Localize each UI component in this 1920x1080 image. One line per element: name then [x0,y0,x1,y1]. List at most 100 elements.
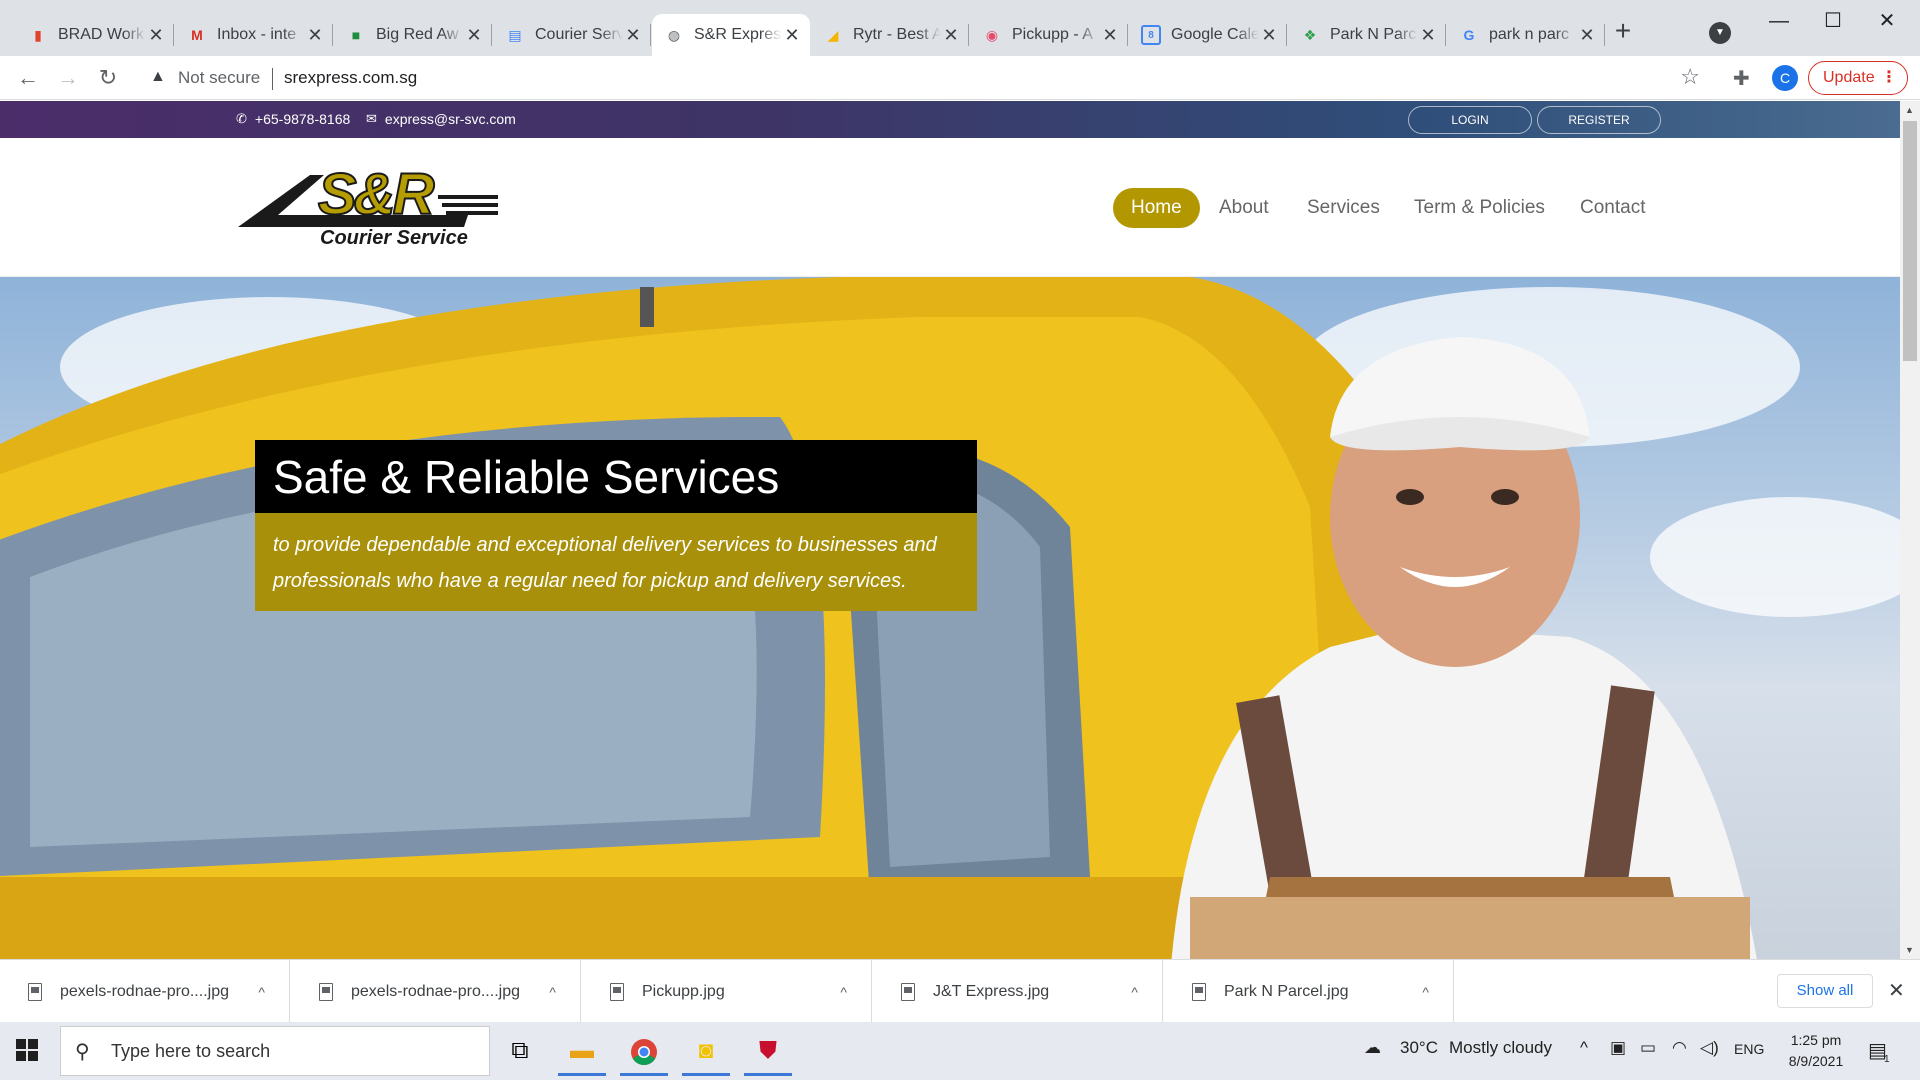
nav-about[interactable]: About [1219,188,1269,228]
tab-close-icon[interactable]: ✕ [1100,25,1120,46]
docs-icon: ▤ [508,26,522,43]
system-clock[interactable]: 1:25 pm 8/9/2021 [1772,1030,1860,1072]
tab-label: Big Red Aw [376,26,459,43]
url-text[interactable]: srexpress.com.sg [284,68,417,88]
calendar-icon: 8 [1141,25,1161,45]
chevron-up-icon[interactable]: ^ [1131,984,1138,1000]
tab-close-icon[interactable]: ✕ [146,25,166,46]
tab-label: BRAD Work [58,26,144,43]
scroll-up-icon[interactable]: ▲ [1905,105,1914,115]
window-close-button[interactable]: ✕ [1864,6,1910,36]
tab-label: Google Cale [1171,26,1259,43]
nav-home[interactable]: Home [1113,188,1200,228]
gmail-icon: M [191,27,203,43]
clock-date: 8/9/2021 [1788,1053,1844,1069]
chevron-up-icon[interactable]: ^ [549,984,556,1000]
task-view-icon[interactable]: ⧉ [496,1030,544,1076]
nav-services[interactable]: Services [1307,188,1380,228]
extensions-puzzle-icon[interactable]: ✚ [1733,66,1750,91]
chevron-up-icon[interactable]: ^ [1422,984,1429,1000]
download-item[interactable]: pexels-rodnae-pro....jpg ^ [0,960,290,1023]
language-indicator[interactable]: ENG [1734,1041,1764,1057]
scrollbar-thumb[interactable] [1903,121,1917,361]
address-bar[interactable]: ▲ Not secure srexpress.com.sg ☆ [140,62,1700,94]
task-app-icon[interactable]: ◙ [682,1030,730,1076]
weather-temp[interactable]: 30°C [1400,1038,1438,1058]
maximize-button[interactable]: ☐ [1810,6,1856,36]
menu-kebab-icon: ⋮ [1881,69,1897,86]
back-icon[interactable]: ← [14,64,42,92]
tab-sr-express[interactable]: ◍ S&R Expres ✕ [652,14,810,56]
chevron-up-icon[interactable]: ^ [258,984,265,1000]
nav-contact[interactable]: Contact [1580,188,1645,228]
tab-close-icon[interactable]: ✕ [623,25,643,46]
tab-label: S&R Expres [694,26,782,43]
wifi-icon[interactable]: ◠ [1672,1038,1687,1058]
scroll-down-icon[interactable]: ▼ [1905,945,1914,955]
tray-chevron-up-icon[interactable]: ^ [1580,1038,1588,1058]
tab-google-calendar[interactable]: 8 Google Cale ✕ [1129,14,1287,56]
tab-rytr[interactable]: ◢ Rytr - Best A ✕ [811,14,969,56]
tab-close-icon[interactable]: ✕ [1259,25,1279,46]
tab-big-red[interactable]: ■ Big Red Aw ✕ [334,14,492,56]
page-scrollbar[interactable]: ▲ ▼ [1900,101,1920,959]
tab-courier-serv[interactable]: ▤ Courier Serv ✕ [493,14,651,56]
weather-desc[interactable]: Mostly cloudy [1449,1038,1552,1058]
forward-icon[interactable]: → [54,64,82,92]
email-contact[interactable]: ✉ express@sr-svc.com [366,111,516,127]
weather-cloud-icon[interactable]: ☁ [1364,1038,1381,1058]
close-downloads-icon[interactable]: ✕ [1888,978,1905,1003]
notification-count: 1 [1884,1054,1890,1065]
download-item[interactable]: pexels-rodnae-pro....jpg ^ [291,960,581,1023]
windows-start-icon[interactable] [16,1039,38,1061]
chrome-icon[interactable] [620,1030,668,1076]
tab-close-icon[interactable]: ✕ [782,25,802,46]
tab-close-icon[interactable]: ✕ [464,25,484,46]
warning-icon[interactable]: ▲ [150,68,166,86]
register-button[interactable]: REGISTER [1537,106,1661,134]
tab-google-search[interactable]: G park n parc ✕ [1447,14,1605,56]
download-filename: J&T Express.jpg [933,982,1050,1000]
search-icon: ⚲ [75,1041,90,1063]
minimize-button[interactable]: — [1756,6,1802,36]
tab-close-icon[interactable]: ✕ [1418,25,1438,46]
tab-close-icon[interactable]: ✕ [941,25,961,46]
tab-brad-work[interactable]: ▮ BRAD Work ✕ [16,14,174,56]
tab-close-icon[interactable]: ✕ [305,25,325,46]
taskbar-search-box[interactable]: ⚲ Type here to search [60,1026,490,1076]
tab-label: Inbox - inte [217,26,297,43]
show-all-button[interactable]: Show all [1777,974,1873,1008]
courier-person-image [1171,337,1757,959]
update-button[interactable]: Update ⋮ [1808,61,1908,95]
phone-contact[interactable]: ✆ +65-9878-8168 [236,111,350,127]
tab-inbox[interactable]: M Inbox - inte ✕ [175,14,333,56]
tab-pickupp[interactable]: ◉ Pickupp - A ✕ [970,14,1128,56]
download-item[interactable]: Park N Parcel.jpg ^ [1164,960,1454,1023]
mcafee-icon[interactable]: ⛊ [744,1030,792,1076]
download-item[interactable]: Pickupp.jpg ^ [582,960,872,1023]
image-file-icon [901,982,915,1001]
reload-icon[interactable]: ↻ [94,64,122,92]
tab-park-n-parcel[interactable]: ❖ Park N Parc ✕ [1288,14,1446,56]
login-button[interactable]: LOGIN [1408,106,1532,134]
nav-term-policies[interactable]: Term & Policies [1414,188,1545,228]
site-logo[interactable]: S&R Courier Service [238,161,503,255]
file-explorer-icon[interactable]: ▬ [558,1030,606,1076]
battery-icon[interactable]: ▭ [1640,1038,1656,1058]
chevron-up-icon[interactable]: ^ [840,984,847,1000]
google-icon: G [1463,27,1475,43]
volume-icon[interactable]: ◁) [1700,1038,1719,1058]
download-item[interactable]: J&T Express.jpg ^ [873,960,1163,1023]
tab-label: Park N Parc [1330,26,1417,43]
site-topbar: ✆ +65-9878-8168 ✉ express@sr-svc.com LOG… [0,101,1900,138]
meet-now-icon[interactable]: ▣ [1610,1038,1626,1058]
tab-search-icon[interactable]: ▼ [1709,22,1731,44]
security-status[interactable]: Not secure [178,68,260,88]
tab-close-icon[interactable]: ✕ [1577,25,1597,46]
bookmark-star-icon[interactable]: ☆ [1680,64,1700,90]
hero-banner: Safe & Reliable Services to provide depe… [0,277,1900,959]
phone-number: +65-9878-8168 [254,111,351,127]
new-tab-button[interactable]: + [1608,14,1638,50]
profile-avatar[interactable]: C [1772,65,1798,91]
taskbar-search-placeholder: Type here to search [111,1041,271,1061]
